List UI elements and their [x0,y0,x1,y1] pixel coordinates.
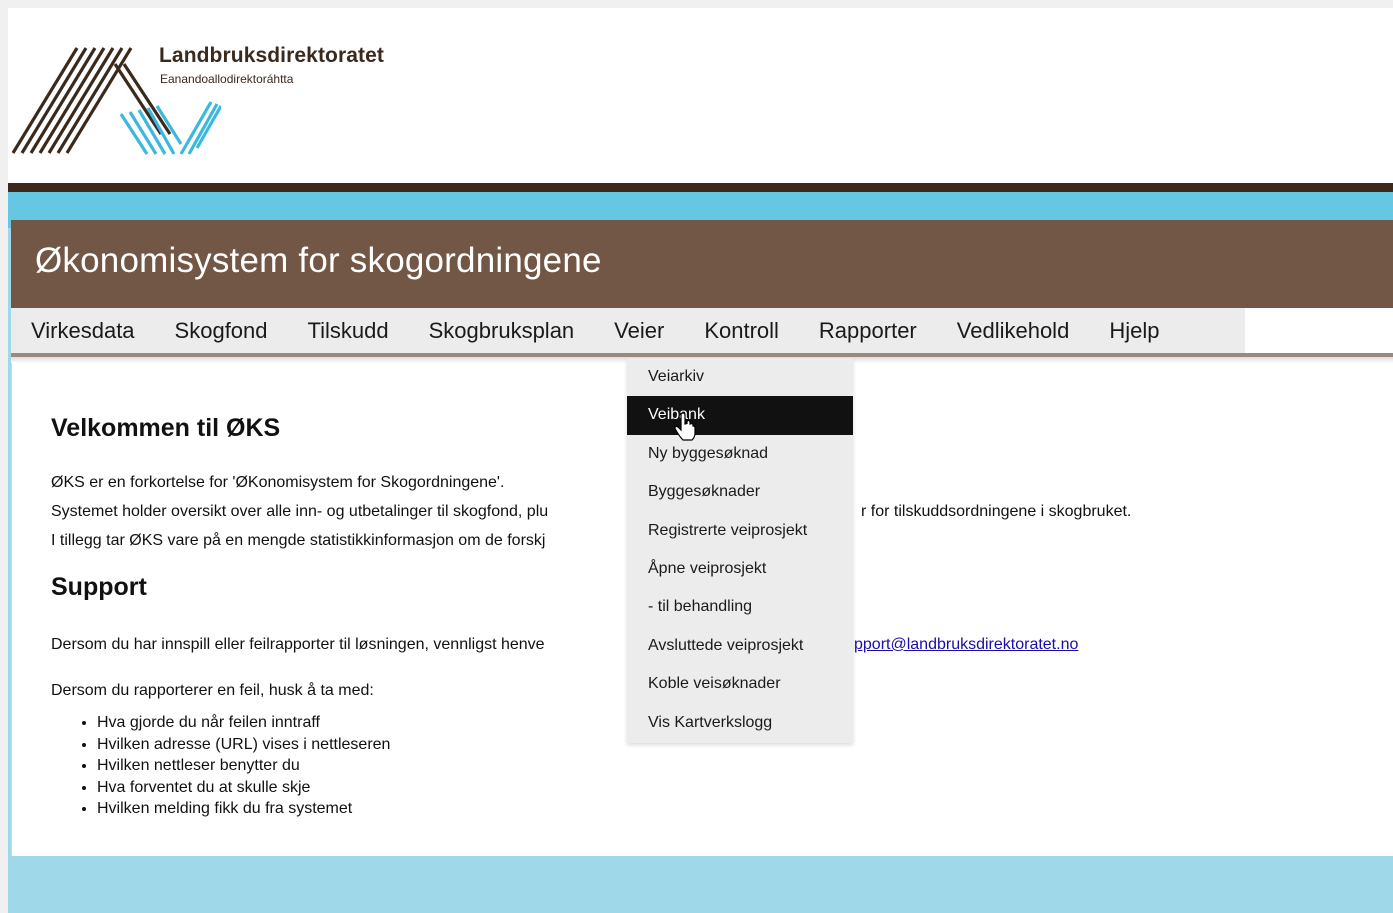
report-intro: Dersom du rapporterer en feil, husk å ta… [51,682,374,699]
support-email-link[interactable]: pport@landbruksdirektoratet.no [854,636,1078,653]
menu-item-veibank[interactable]: Veibank [627,396,853,435]
nav-item-vedlikehold[interactable]: Vedlikehold [937,308,1090,353]
app-title: Økonomisystem for skogordningene [35,241,602,280]
intro-line-2-left: Systemet holder oversikt over alle inn- … [51,503,549,520]
nav-item-rapporter[interactable]: Rapporter [799,308,937,353]
nav-item-skogbruksplan[interactable]: Skogbruksplan [409,308,595,353]
main-nav: Virkesdata Skogfond Tilskudd Skogbrukspl… [11,308,1245,353]
brand-subname: Eanandoallodirektoráhtta [160,72,294,86]
logo-area: Landbruksdirektoratet Eanandoallodirekto… [8,8,1393,183]
list-item: Hva forventet du at skulle skje [97,777,390,799]
intro-line-3: I tillegg tar ØKS vare på en mengde stat… [51,532,546,549]
menu-item-byggesoknader[interactable]: Byggesøknader [627,473,853,511]
menu-item-til-behandling[interactable]: - til behandling [627,588,853,626]
brand-name: Landbruksdirektoratet [159,44,384,67]
veier-dropdown-menu: Veiarkiv Veibank Ny byggesøknad Byggesøk… [627,358,853,743]
menu-item-apne-veiprosjekt[interactable]: Åpne veiprosjekt [627,550,853,588]
page: Landbruksdirektoratet Eanandoallodirekto… [8,8,1393,913]
intro-line-1: ØKS er en forkortelse for 'ØKonomisystem… [51,474,505,491]
list-item: Hva gjorde du når feilen inntraff [97,712,390,734]
welcome-heading: Velkommen til ØKS [51,414,281,442]
brown-strip [8,183,1393,192]
list-item: Hvilken nettleser benytter du [97,755,390,777]
menu-item-avsluttede-veiprosjekt[interactable]: Avsluttede veiprosjekt [627,627,853,665]
nav-item-tilskudd[interactable]: Tilskudd [288,308,409,353]
menu-item-registrerte-veiprosjekt[interactable]: Registrerte veiprosjekt [627,512,853,550]
list-item: Hvilken adresse (URL) vises i nettlesere… [97,734,390,756]
intro-line-2-right: r for tilskuddsordningene i skogbruket. [861,503,1132,520]
nav-item-virkesdata[interactable]: Virkesdata [11,308,155,353]
support-email-line: pport@landbruksdirektoratet.no [854,636,1078,654]
nav-item-veier[interactable]: Veier [594,308,685,353]
nav-item-hjelp[interactable]: Hjelp [1089,308,1179,353]
menu-item-ny-byggesoknad[interactable]: Ny byggesøknad [627,435,853,473]
nav-item-kontroll[interactable]: Kontroll [684,308,799,353]
menu-item-koble-veisoknader[interactable]: Koble veisøknader [627,665,853,703]
list-item: Hvilken melding fikk du fra systemet [97,798,390,820]
menu-item-veiarkiv[interactable]: Veiarkiv [627,358,853,396]
support-text: Dersom du har innspill eller feilrapport… [51,636,545,653]
report-checklist: Hva gjorde du når feilen inntraff Hvilke… [75,712,390,820]
support-heading: Support [51,573,147,601]
nav-item-skogfond[interactable]: Skogfond [155,308,288,353]
menu-item-vis-kartverkslogg[interactable]: Vis Kartverkslogg [627,704,853,742]
